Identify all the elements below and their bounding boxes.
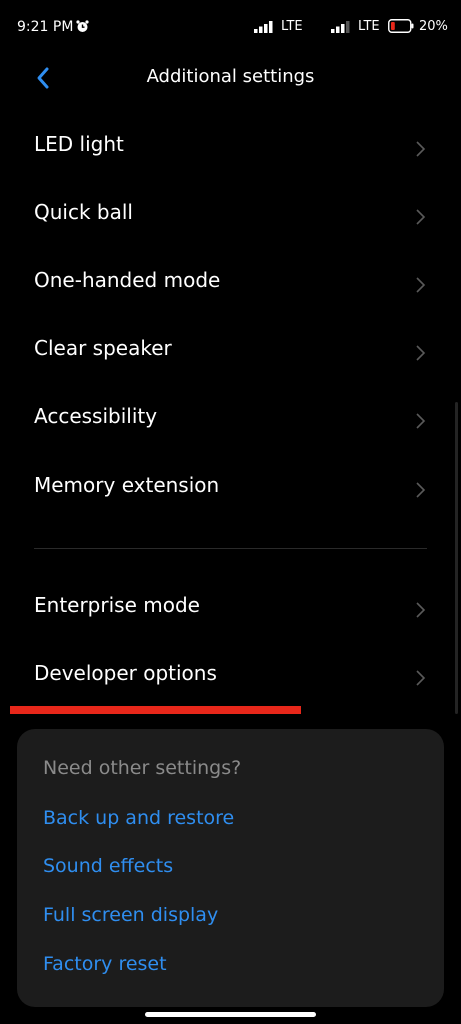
settings-item-label: One-handed mode (34, 268, 221, 292)
battery-percent: 20% (419, 19, 448, 34)
battery-level-fill (391, 22, 395, 30)
other-settings-card: Need other settings? Back up and restore… (17, 729, 444, 1007)
settings-item-one-handed-mode[interactable]: One-handed mode (0, 250, 461, 318)
settings-item-label: Developer options (34, 661, 217, 685)
link-full-screen-display[interactable]: Full screen display (43, 904, 218, 926)
chevron-right-icon (416, 345, 426, 361)
settings-item-label: LED light (34, 132, 124, 156)
settings-item-label: Clear speaker (34, 336, 172, 360)
status-bar: 9:21 PM LTE LTE 20% (0, 0, 461, 56)
settings-item-label: Accessibility (34, 404, 158, 428)
app-header: Additional settings (0, 56, 461, 100)
settings-item-label: Quick ball (34, 200, 133, 224)
chevron-right-icon (416, 277, 426, 293)
chevron-right-icon (416, 602, 426, 618)
section-divider (34, 548, 427, 549)
chevron-right-icon (416, 209, 426, 225)
signal-strength-icon (331, 21, 350, 33)
link-back-up-and-restore[interactable]: Back up and restore (43, 807, 234, 829)
settings-item-quick-ball[interactable]: Quick ball (0, 182, 461, 250)
settings-item-label: Memory extension (34, 473, 220, 497)
network-type-label: LTE (281, 19, 303, 34)
chevron-right-icon (416, 141, 426, 157)
signal-strength-icon (254, 21, 273, 33)
chevron-right-icon (416, 482, 426, 498)
link-sound-effects[interactable]: Sound effects (43, 855, 173, 877)
settings-item-enterprise-mode[interactable]: Enterprise mode (0, 575, 461, 643)
settings-item-clear-speaker[interactable]: Clear speaker (0, 318, 461, 386)
status-time: 9:21 PM (17, 19, 74, 35)
home-indicator[interactable] (145, 1012, 316, 1017)
alarm-clock-icon (76, 20, 89, 32)
link-factory-reset[interactable]: Factory reset (43, 953, 167, 975)
settings-item-led-light[interactable]: LED light (0, 114, 461, 182)
card-title: Need other settings? (43, 757, 242, 779)
settings-item-accessibility[interactable]: Accessibility (0, 386, 461, 454)
page-title: Additional settings (146, 66, 315, 87)
chevron-right-icon (416, 413, 426, 429)
settings-item-memory-extension[interactable]: Memory extension (0, 455, 461, 523)
settings-item-label: Enterprise mode (34, 593, 200, 617)
highlight-underline (10, 706, 301, 714)
settings-item-developer-options[interactable]: Developer options (0, 643, 461, 711)
chevron-right-icon (416, 670, 426, 686)
scrollbar[interactable] (455, 402, 458, 714)
network-type-label: LTE (358, 19, 380, 34)
battery-icon (388, 19, 414, 33)
